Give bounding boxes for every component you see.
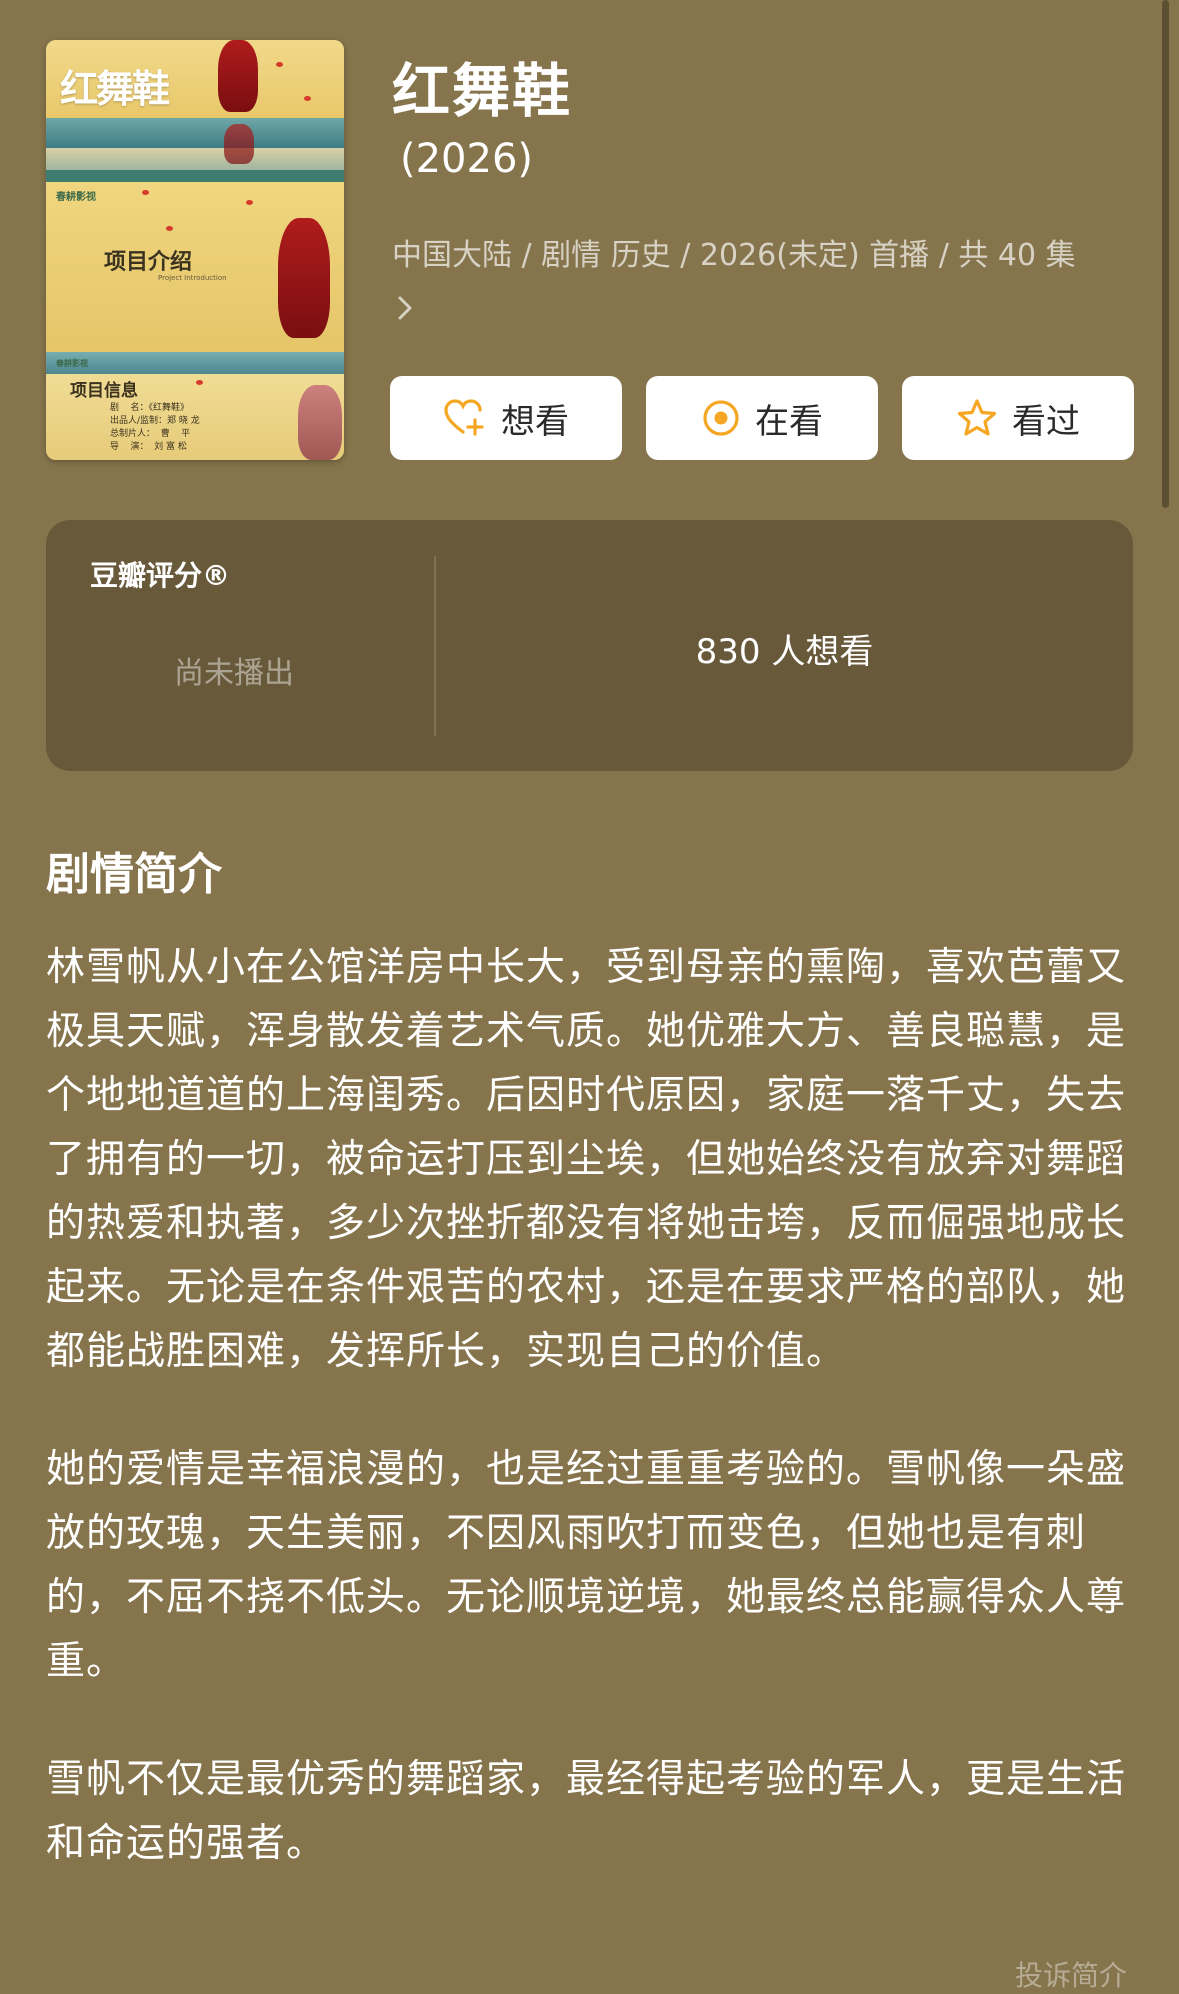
poster-image[interactable]: 红舞鞋 春耕影视 项目介绍 Project Introduction 春耕影视 …	[46, 40, 344, 460]
watched-label: 看过	[1012, 401, 1080, 442]
show-meta-text: 中国大陆 / 剧情 历史 / 2026(未定) 首播 / 共 40 集	[392, 238, 1076, 273]
heart-plus-icon	[443, 398, 487, 438]
synopsis-paragraph: 雪帆不仅是最优秀的舞蹈家，最经得起考验的军人，更是生活和命运的强者。	[46, 1757, 1127, 1866]
poster-title: 红舞鞋	[60, 66, 170, 111]
show-year: (2026)	[400, 136, 534, 182]
poster-credits: 剧 名：《红舞鞋》 出品人/监制：郑 晓 龙 总制片人： 曹 平 导 演： 刘 …	[110, 403, 200, 452]
poster-section-info: 项目信息	[70, 381, 138, 401]
star-icon	[956, 398, 998, 438]
watching-circle-icon	[701, 398, 741, 438]
poster-studio-logo: 春耕影视	[56, 192, 96, 203]
watched-button[interactable]: 看过	[902, 376, 1134, 460]
report-synopsis-link[interactable]: 投诉简介	[1015, 1954, 1127, 1994]
synopsis-paragraph: 林雪帆从小在公馆洋房中长大，受到母亲的熏陶，喜欢芭蕾又极具天赋，浑身散发着艺术气…	[46, 945, 1127, 1374]
rating-label: 豆瓣评分®	[90, 559, 231, 592]
poster-studio-logo-small: 春耕影视	[56, 359, 88, 368]
watching-button[interactable]: 在看	[646, 376, 878, 460]
rating-status: 尚未播出	[174, 656, 294, 691]
synopsis-heading: 剧情简介	[46, 849, 222, 900]
poster-section-intro: 项目介绍	[104, 249, 193, 275]
rating-card[interactable]: 豆瓣评分® 尚未播出 830 人想看	[46, 520, 1133, 771]
chevron-right-icon	[396, 285, 414, 341]
poster-section-intro-sub: Project Introduction	[158, 274, 227, 282]
show-title: 红舞鞋	[392, 57, 573, 125]
want-to-watch-button[interactable]: 想看	[390, 376, 622, 460]
synopsis-paragraph: 她的爱情是幸福浪漫的，也是经过重重考验的。雪帆像一朵盛放的玫瑰，天生美丽，不因风…	[46, 1447, 1127, 1684]
synopsis-body: 林雪帆从小在公馆洋房中长大，受到母亲的熏陶，喜欢芭蕾又极具天赋，浑身散发着艺术气…	[46, 936, 1136, 1930]
show-meta[interactable]: 中国大陆 / 剧情 历史 / 2026(未定) 首播 / 共 40 集	[392, 228, 1092, 341]
want-count: 830 人想看	[695, 632, 874, 672]
watching-label: 在看	[755, 401, 823, 442]
want-to-watch-label: 想看	[501, 401, 569, 442]
scrollbar[interactable]	[1162, 0, 1169, 508]
